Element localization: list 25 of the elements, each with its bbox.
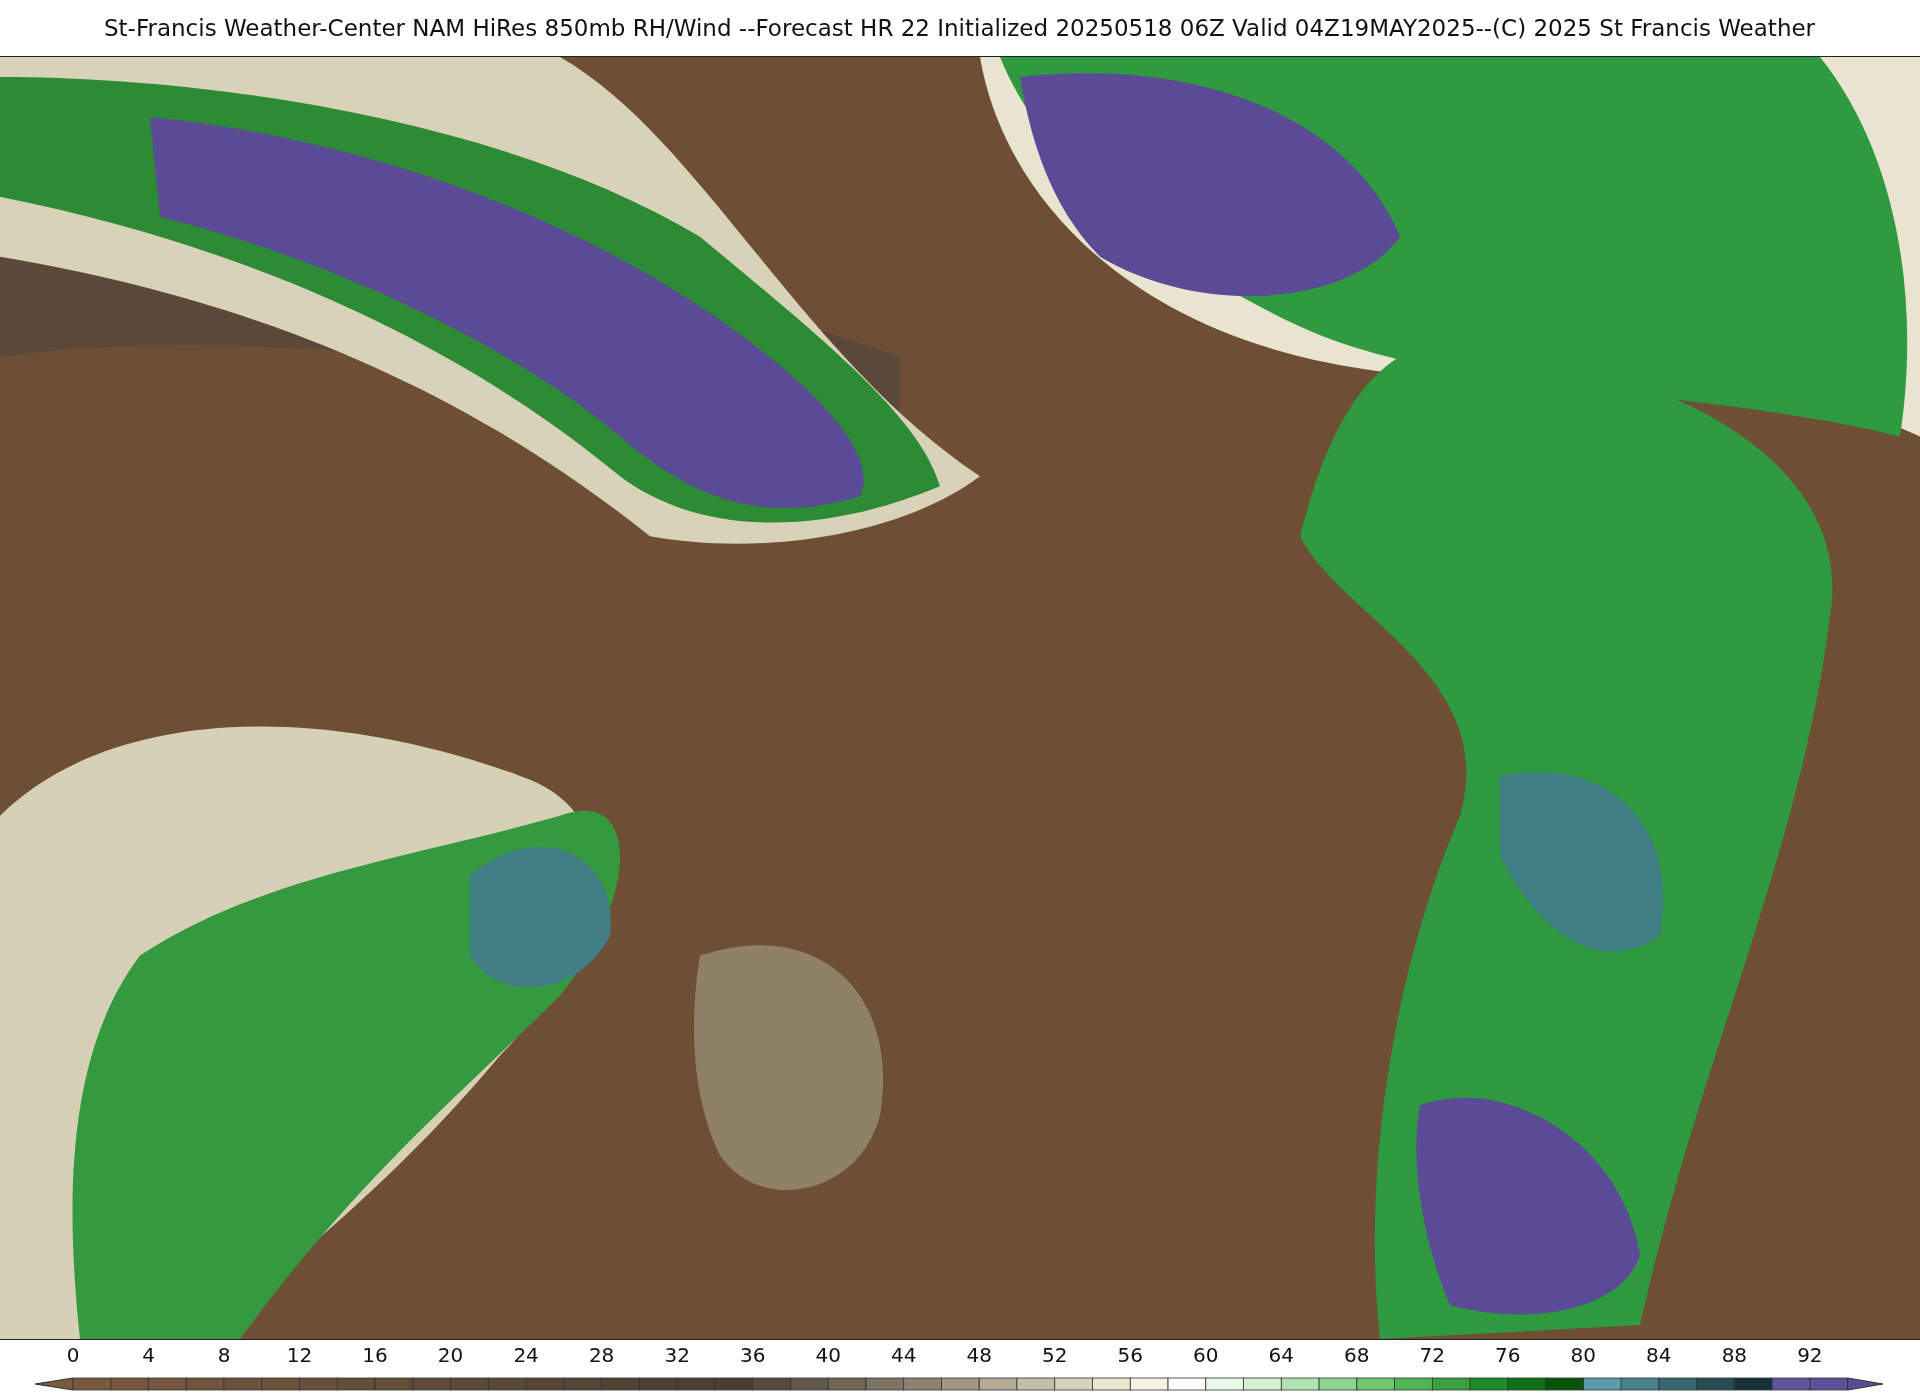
scale-tick-label: 12 [285, 1343, 314, 1367]
scale-tick-label: 36 [738, 1343, 767, 1367]
scale-tick-label: 72 [1418, 1343, 1446, 1367]
scale-tick-label: 84 [1645, 1343, 1673, 1367]
scale-tick-label: 0 [65, 1343, 81, 1367]
scale-tick-label: 60 [1192, 1343, 1220, 1367]
scale-tick-label: 56 [1116, 1343, 1144, 1367]
scale-tick-label: 16 [361, 1343, 389, 1367]
scale-tick-label: 8 [216, 1343, 232, 1367]
map-title: St-Francis Weather-Center NAM HiRes 850mb RH/Wind --Forecast HR 22 Initialized 20250518 06Z Valid 04Z19MAY2025--(C) 2025 St Francis Weather [104, 15, 1816, 41]
scale-tick-label: 44 [889, 1343, 918, 1367]
scale-tick-label: 40 [814, 1343, 842, 1367]
scale-tick-label: 64 [1267, 1343, 1295, 1367]
scale-tick-label: 80 [1569, 1343, 1598, 1367]
scale-tick-label: 88 [1720, 1343, 1749, 1367]
scale-tick-label: 68 [1343, 1343, 1371, 1367]
scale-tick-label: 20 [436, 1343, 465, 1367]
scale-tick-label: 28 [587, 1343, 616, 1367]
scale-tick-label: 32 [663, 1343, 691, 1367]
scale-tick-label: 76 [1494, 1343, 1522, 1367]
scale-tick-label: 4 [141, 1343, 156, 1367]
scale-tick-label: 48 [965, 1343, 993, 1367]
scale-tick-label: 92 [1796, 1343, 1824, 1367]
scale-tick-label: 52 [1041, 1343, 1069, 1367]
scale-tick-label: 24 [512, 1343, 540, 1367]
